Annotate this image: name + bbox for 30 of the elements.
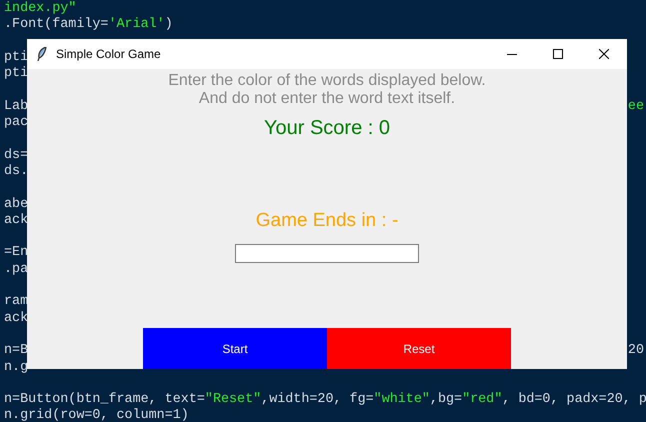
code-line: n.g [4,360,28,376]
code-line: pti [4,50,28,66]
code-line: .pa [4,262,28,278]
code-line: ds. [4,164,28,180]
feather-icon [37,47,47,61]
code-line: Lab [4,98,28,116]
close-icon [599,49,609,59]
input-field[interactable] [235,244,419,262]
instruction-text: And do not enter the word text itself. [198,90,456,108]
window-title: Simple Color Game [56,46,161,63]
start-button[interactable]: Start [143,328,327,369]
code-line: ds= [4,148,28,164]
code-line: n=Button(btn_frame, text="Reset",width=20, fg="white",bg="red", bd=0, padx=20, p [4,392,646,408]
code-line: n=B [4,343,28,360]
code-line: pac [4,115,28,132]
score-label: Your Score : 0 [264,116,390,141]
code-line: ack [4,310,28,327]
maximize-icon [553,49,563,59]
code-fragment: ee [628,98,645,116]
code-line: n.grid(row=0, column=1) [4,408,189,422]
reset-button[interactable]: Reset [327,328,511,369]
code-line: .Font(family='Arial') [4,17,173,34]
code-line: abe [4,196,28,213]
instruction-text: Enter the color of the words displayed below. [168,72,486,90]
timer-label: Game Ends in : - [256,209,398,233]
code-line: ack [4,212,28,230]
code-line: pti [4,66,28,82]
code-line: index.py" [4,1,76,17]
code-line: =En [4,245,28,262]
code-fragment: 20 [628,343,645,360]
